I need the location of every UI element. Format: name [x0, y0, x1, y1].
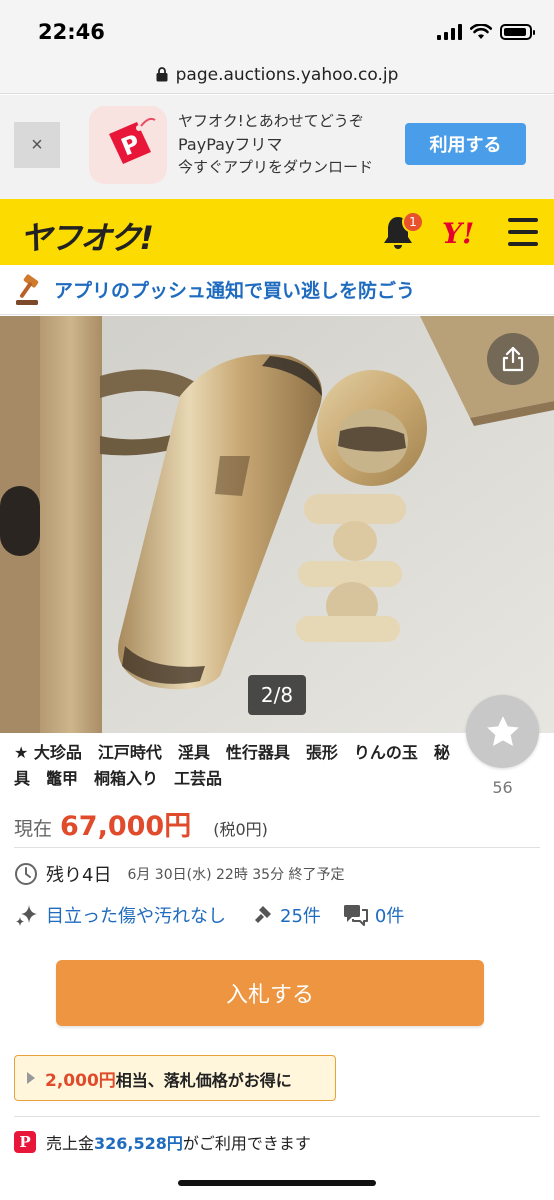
- end-time: 6月 30日(水) 22時 35分 終了予定: [127, 867, 345, 883]
- sales-prefix: 売上金: [46, 1134, 95, 1153]
- promo-banner[interactable]: 2,000円相当、落札価格がお得に: [14, 1055, 336, 1101]
- price-tax: (税0円): [213, 820, 268, 839]
- star-icon: [486, 715, 519, 746]
- paypay-flea-market-app-icon: P: [89, 106, 167, 184]
- comments-link[interactable]: 0件: [343, 902, 404, 928]
- lock-icon: [156, 67, 168, 82]
- condition-text: 目立った傷や汚れなし: [46, 906, 226, 927]
- sales-suffix: がご利用できます: [182, 1134, 311, 1153]
- watchlist-button[interactable]: [466, 695, 539, 768]
- banner-text: ヤフオク!とあわせてどうぞ PayPayフリマ 今すぐアプリをダウンロード: [178, 110, 373, 179]
- caret-right-icon: [27, 1072, 35, 1084]
- promo-text: 2,000円相当、落札価格がお得に: [45, 1066, 292, 1091]
- share-icon: [502, 346, 524, 372]
- promo-amount: 2,000円: [45, 1070, 116, 1091]
- cellular-signal-icon: [437, 24, 462, 40]
- time-row: 残り4日 6月 30日(水) 22時 35分 終了予定: [14, 861, 345, 887]
- sparkle-icon: [16, 905, 37, 926]
- yahuoku-logo[interactable]: ヤフオク!: [20, 213, 154, 259]
- photo-counter: 2/8: [248, 675, 306, 715]
- banner-close-button[interactable]: ×: [14, 122, 60, 168]
- paypay-icon: P: [14, 1131, 36, 1153]
- url-text: page.auctions.yahoo.co.jp: [175, 64, 399, 85]
- share-button[interactable]: [487, 333, 539, 385]
- yahoo-japan-logo[interactable]: Y!: [442, 217, 474, 250]
- status-time: 22:46: [38, 20, 105, 44]
- product-photo[interactable]: [0, 316, 554, 733]
- hamburger-menu-icon[interactable]: [508, 218, 538, 246]
- url-bar[interactable]: page.auctions.yahoo.co.jp: [0, 56, 554, 94]
- battery-icon: [500, 24, 535, 40]
- sales-amount: 326,528円: [94, 1134, 183, 1153]
- chat-bubble-icon: [343, 905, 368, 926]
- sales-balance-row[interactable]: P 売上金326,528円がご利用できます: [14, 1130, 311, 1154]
- sales-text: 売上金326,528円がご利用できます: [46, 1130, 311, 1154]
- auction-gavel-icon: [16, 273, 39, 305]
- home-indicator: [178, 1180, 376, 1186]
- time-left: 残り4日: [46, 865, 112, 886]
- bid-count: 25件: [280, 906, 321, 927]
- watch-count: 56: [492, 778, 513, 797]
- banner-line3: 今すぐアプリをダウンロード: [178, 158, 374, 176]
- current-price: 67,000円: [60, 811, 192, 842]
- place-bid-button[interactable]: 入札する: [56, 960, 484, 1026]
- gavel-icon: [255, 906, 271, 923]
- price-row: 現在 67,000円 (税0円): [14, 804, 268, 843]
- item-title: ★ 大珍品 江戸時代 淫具 性行器具 張形 りんの玉 秘具 鼈甲 桐箱入り 工芸…: [14, 743, 450, 788]
- meta-row: 目立った傷や汚れなし 25件 0件: [14, 902, 404, 928]
- wifi-icon: [470, 24, 492, 39]
- banner-line1: ヤフオク!とあわせてどうぞ: [178, 112, 364, 130]
- bid-count-link[interactable]: 25件: [252, 902, 321, 928]
- status-icons: [437, 24, 535, 40]
- divider: [14, 1116, 540, 1117]
- comment-count: 0件: [374, 906, 405, 927]
- push-notification-banner[interactable]: アプリのプッシュ通知で買い逃しを防ごう: [0, 265, 554, 315]
- status-bar: 22:46: [0, 0, 554, 56]
- price-label: 現在: [14, 818, 53, 840]
- promo-description: 相当、落札価格がお得に: [115, 1070, 292, 1090]
- use-app-button[interactable]: 利用する: [405, 123, 526, 165]
- clock-icon: [15, 863, 37, 885]
- banner-line2: PayPayフリマ: [178, 135, 283, 154]
- push-banner-text: アプリのプッシュ通知で買い逃しを防ごう: [54, 280, 416, 302]
- notification-badge: 1: [402, 211, 424, 233]
- condition-link[interactable]: 目立った傷や汚れなし: [14, 902, 226, 928]
- product-photo-image: [0, 316, 554, 733]
- divider: [14, 847, 540, 848]
